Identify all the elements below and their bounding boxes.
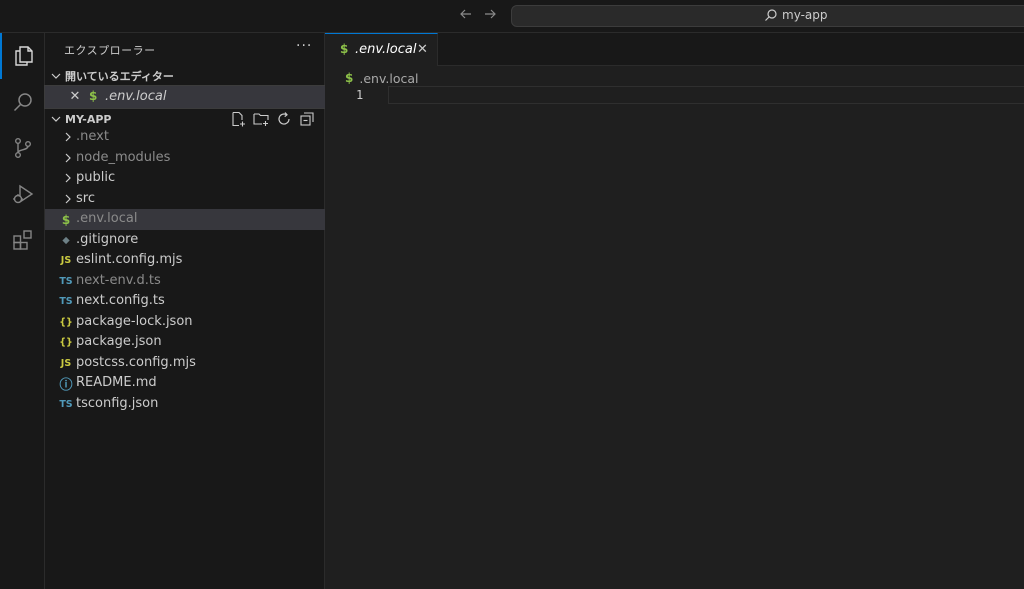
tree-item-label: eslint.config.mjs	[76, 252, 183, 267]
collapse-all-icon[interactable]	[298, 110, 315, 128]
file-item[interactable]: TS next-env.d.ts	[45, 271, 325, 292]
file-item[interactable]: JS postcss.config.mjs	[45, 353, 325, 374]
explorer-icon[interactable]	[0, 33, 45, 79]
typescript-file-icon: TS	[59, 275, 73, 287]
title-bar: my-app	[0, 0, 1024, 33]
file-item[interactable]: $ .env.local	[45, 209, 325, 230]
git-file-icon: ◆	[62, 234, 70, 246]
tree-item-label: .next	[76, 129, 109, 144]
tab-env-local[interactable]: $ .env.local ✕	[325, 33, 438, 66]
javascript-file-icon: JS	[60, 357, 72, 369]
tree-item-label: package-lock.json	[76, 313, 193, 329]
tree-item-label: next-env.d.ts	[76, 272, 161, 288]
file-item[interactable]: {} package.json	[45, 332, 325, 353]
tree-item-label: node_modules	[76, 149, 171, 165]
folder-item[interactable]: public	[45, 168, 325, 189]
arrow-left-icon[interactable]	[456, 6, 476, 26]
chevron-right-icon	[61, 130, 75, 144]
tree-item-label: src	[76, 190, 95, 206]
file-item[interactable]: TS tsconfig.json	[45, 394, 325, 415]
folder-item[interactable]: src	[45, 189, 325, 210]
folder-label: MY-APP	[65, 112, 112, 126]
search-icon[interactable]	[0, 79, 45, 125]
typescript-file-icon: TS	[59, 398, 73, 410]
more-actions-button[interactable]: ···	[296, 38, 312, 54]
json-file-icon: {}	[59, 337, 73, 348]
command-center-label: my-app	[782, 8, 828, 22]
explorer-sidebar: エクスプローラー ··· 開いているエディター ✕ $ .env.local M…	[44, 33, 326, 589]
sidebar-title: エクスプローラー	[64, 44, 156, 57]
env-file-icon: $	[345, 71, 354, 85]
tree-item-label: tsconfig.json	[76, 395, 159, 411]
new-folder-icon[interactable]	[252, 110, 269, 128]
tree-item-label: package.json	[76, 334, 162, 349]
command-center[interactable]: my-app	[511, 5, 1024, 27]
tab-label: .env.local	[355, 42, 417, 57]
chevron-down-icon	[48, 68, 64, 84]
tree-item-label: postcss.config.mjs	[76, 354, 196, 370]
typescript-file-icon: TS	[59, 296, 73, 307]
refresh-icon[interactable]	[275, 110, 292, 128]
sidebar-header: エクスプローラー ···	[45, 33, 325, 65]
breadcrumb-label: .env.local	[359, 70, 419, 86]
env-file-icon: $	[340, 42, 349, 56]
extensions-icon[interactable]	[0, 217, 45, 263]
arrow-right-icon[interactable]	[480, 6, 500, 26]
tree-item-label: next.config.ts	[76, 293, 165, 308]
chevron-right-icon	[61, 171, 75, 185]
json-file-icon: {}	[59, 316, 73, 328]
chevron-down-icon	[48, 111, 64, 127]
file-item[interactable]: ◆ .gitignore	[45, 230, 325, 251]
search-icon	[764, 8, 778, 22]
close-icon[interactable]: ✕	[68, 89, 82, 105]
run-debug-icon[interactable]	[0, 171, 45, 217]
tree-item-label: .env.local	[76, 211, 138, 226]
file-item[interactable]: ⓘ README.md	[45, 373, 325, 394]
env-file-icon: $	[61, 212, 71, 227]
chevron-right-icon	[61, 192, 75, 206]
open-editors-section-header[interactable]: 開いているエディター	[45, 65, 325, 87]
open-editor-item[interactable]: ✕ $ .env.local	[44, 85, 326, 109]
info-file-icon: ⓘ	[59, 378, 73, 393]
new-file-icon[interactable]	[229, 110, 246, 128]
folder-item[interactable]: node_modules	[45, 148, 325, 169]
env-file-icon: $	[89, 89, 98, 103]
chevron-right-icon	[61, 151, 75, 165]
code-line[interactable]	[388, 86, 1024, 104]
breadcrumb[interactable]: $ .env.local	[345, 69, 418, 87]
tree-item-label: public	[76, 170, 116, 185]
editor-area: $ .env.local ✕ $ .env.local 1	[325, 33, 1024, 589]
line-number: 1	[356, 88, 364, 102]
file-item[interactable]: JS eslint.config.mjs	[45, 250, 325, 271]
javascript-file-icon: JS	[60, 255, 72, 266]
tree-item-label: .gitignore	[76, 231, 139, 247]
open-editors-label: 開いているエディター	[65, 70, 174, 83]
open-editor-label: .env.local	[105, 89, 167, 104]
folder-item[interactable]: .next	[45, 127, 325, 148]
source-control-icon[interactable]	[0, 125, 45, 171]
tab-bar: $ .env.local ✕	[325, 33, 1024, 66]
file-item[interactable]: {} package-lock.json	[45, 312, 325, 333]
tree-item-label: README.md	[76, 375, 157, 390]
file-item[interactable]: TS next.config.ts	[45, 291, 325, 312]
close-icon[interactable]: ✕	[417, 42, 428, 57]
activity-bar	[0, 33, 45, 589]
